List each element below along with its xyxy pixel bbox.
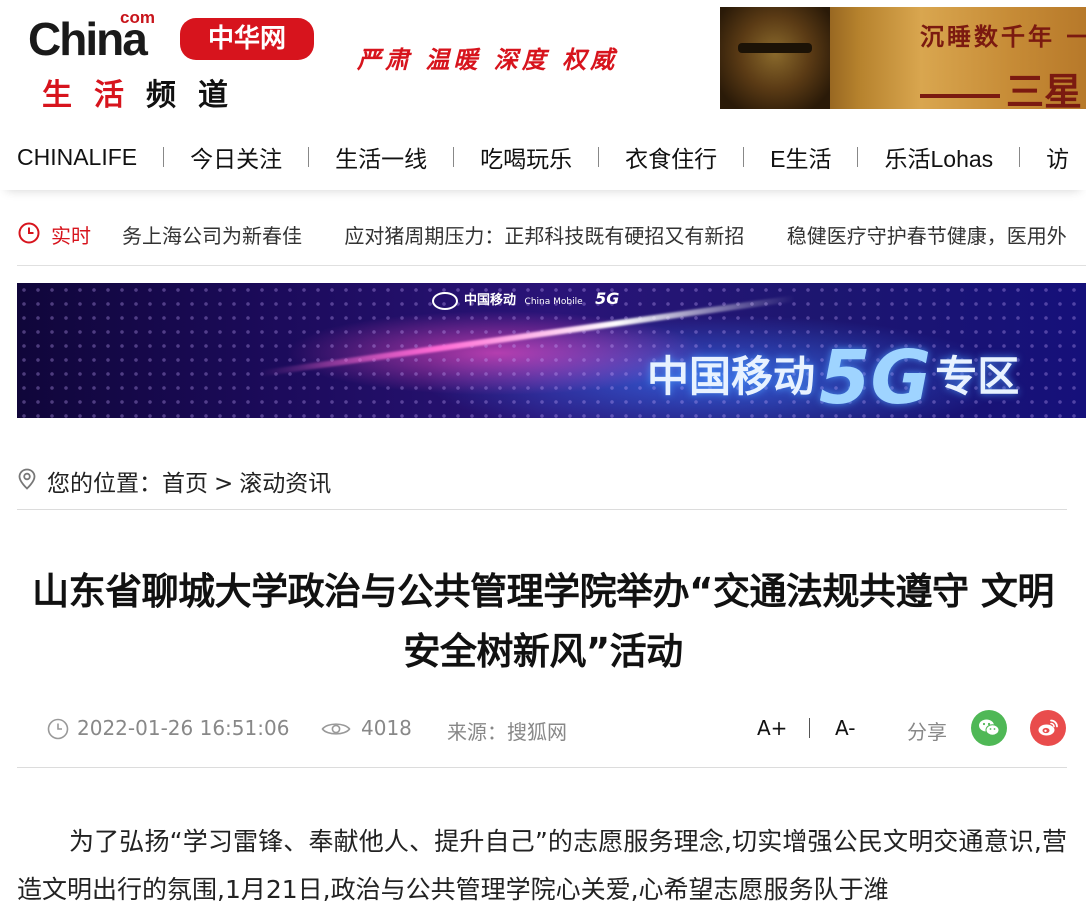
cm-logo-en: China Mobile [524, 297, 583, 307]
banner-headline-suffix: 专区 [935, 352, 1020, 401]
nav-divider [598, 147, 600, 167]
breadcrumb-text: 您的位置：首页 > 滚动资讯 [47, 464, 331, 498]
ticker-item[interactable]: 稳健医疗守护春节健康，医用外 [787, 224, 1067, 248]
cm-logo-cn: 中国移动 [464, 293, 517, 308]
ad-dash [920, 93, 1000, 98]
breadcrumb-prefix: 您的位置： [47, 471, 162, 497]
top-ad-line2: 三星 [1006, 69, 1083, 109]
logo-channel-name: 生活频道 [42, 70, 250, 114]
publish-date: 2022-01-26 16:51:06 [77, 716, 290, 740]
font-decrease-button[interactable]: A- [835, 716, 855, 740]
realtime-ticker: 实时 务上海公司为新春佳 应对猪周期压力：正邦科技既有硬招又有新招 稳健医疗守护… [17, 204, 1086, 266]
site-logo[interactable]: China com 中华网 生活频道 [28, 8, 328, 113]
ticker-list: 务上海公司为新春佳 应对猪周期压力：正邦科技既有硬招又有新招 稳健医疗守护春节健… [122, 220, 1086, 249]
nav-item-frontline[interactable]: 生活一线 [335, 140, 427, 174]
site-slogan: 严肃 温暖 深度 权威 [357, 45, 619, 74]
main-nav: CHINALIFE 今日关注 生活一线 吃喝玩乐 衣食住行 E生活 乐活Loha… [0, 122, 1086, 190]
breadcrumb-current[interactable]: 滚动资讯 [239, 471, 331, 497]
nav-item-lohas[interactable]: 乐活Lohas [884, 140, 993, 174]
banner-headline-prefix: 中国移动 [647, 352, 816, 401]
logo-channel-dark: 频道 [146, 78, 250, 113]
logo-badge: 中华网 [180, 18, 314, 60]
ticker-item[interactable]: 应对猪周期压力：正邦科技既有硬招又有新招 [344, 224, 744, 248]
top-ad-line1: 沉睡数千年 一 [920, 22, 1086, 51]
banner-headline: 中国移动5G专区 [647, 323, 1020, 418]
article-source: 来源：搜狐网 [447, 720, 567, 744]
wechat-icon [979, 719, 1000, 736]
breadcrumb-home-link[interactable]: 首页 [162, 471, 208, 497]
nav-divider [453, 147, 455, 167]
article-meta: 2022-01-26 16:51:06 4018 来源：搜狐网 A+ A- 分享 [17, 708, 1067, 768]
clock-icon [47, 718, 69, 740]
breadcrumb: 您的位置：首页 > 滚动资讯 [17, 460, 1067, 510]
share-label: 分享 [907, 720, 947, 744]
top-ad-line2-wrap: 三星 [920, 61, 1082, 109]
article-title: 山东省聊城大学政治与公共管理学院举办“交通法规共遵守 文明安全树新风”活动 [32, 570, 1054, 673]
china-mobile-logo: 中国移动 China Mobile 5G [432, 289, 619, 310]
view-count: 4018 [361, 716, 412, 740]
nav-item-chinalife[interactable]: CHINALIFE [17, 144, 137, 171]
nav-item-living[interactable]: 衣食住行 [625, 140, 717, 174]
article-body-paragraph: 为了弘扬“学习雷锋、奉献他人、提升自己”的志愿服务理念,切实增强公民文明交通意识… [17, 827, 1067, 904]
eye-icon [321, 723, 351, 735]
weibo-share-button[interactable] [1030, 710, 1066, 746]
top-ad-banner[interactable]: 沉睡数千年 一 三星 [720, 7, 1086, 109]
cm-logo-5g: 5G [595, 289, 620, 308]
nav-divider [163, 147, 165, 167]
nav-list: CHINALIFE 今日关注 生活一线 吃喝玩乐 衣食住行 E生活 乐活Loha… [17, 140, 1069, 174]
location-pin-icon [18, 468, 36, 490]
font-size-divider [809, 718, 810, 738]
bronze-mask-image [720, 7, 830, 109]
font-increase-button[interactable]: A+ [757, 716, 787, 740]
china-mobile-5g-banner[interactable]: 中国移动 China Mobile 5G 中国移动5G专区 [17, 283, 1086, 418]
clock-icon [18, 222, 40, 244]
weibo-icon [1038, 719, 1058, 736]
logo-com-text: com [120, 8, 155, 27]
nav-divider [1019, 147, 1021, 167]
nav-item-food-fun[interactable]: 吃喝玩乐 [480, 140, 572, 174]
nav-item-elife[interactable]: E生活 [770, 140, 831, 174]
site-header: China com 中华网 生活频道 严肃 温暖 深度 权威 沉睡数千年 一 三… [0, 0, 1086, 118]
china-mobile-logo-icon [432, 291, 458, 310]
nav-item-more[interactable]: 访 [1046, 140, 1069, 174]
wechat-share-button[interactable] [971, 710, 1007, 746]
banner-headline-5g: 5G [819, 335, 932, 418]
nav-divider [743, 147, 745, 167]
nav-item-today[interactable]: 今日关注 [190, 140, 282, 174]
nav-divider [857, 147, 859, 167]
logo-channel-red: 生活 [42, 78, 146, 113]
ticker-item[interactable]: 务上海公司为新春佳 [122, 224, 302, 248]
nav-divider [308, 147, 310, 167]
ticker-label: 实时 [51, 224, 91, 248]
breadcrumb-separator: > [214, 471, 234, 497]
